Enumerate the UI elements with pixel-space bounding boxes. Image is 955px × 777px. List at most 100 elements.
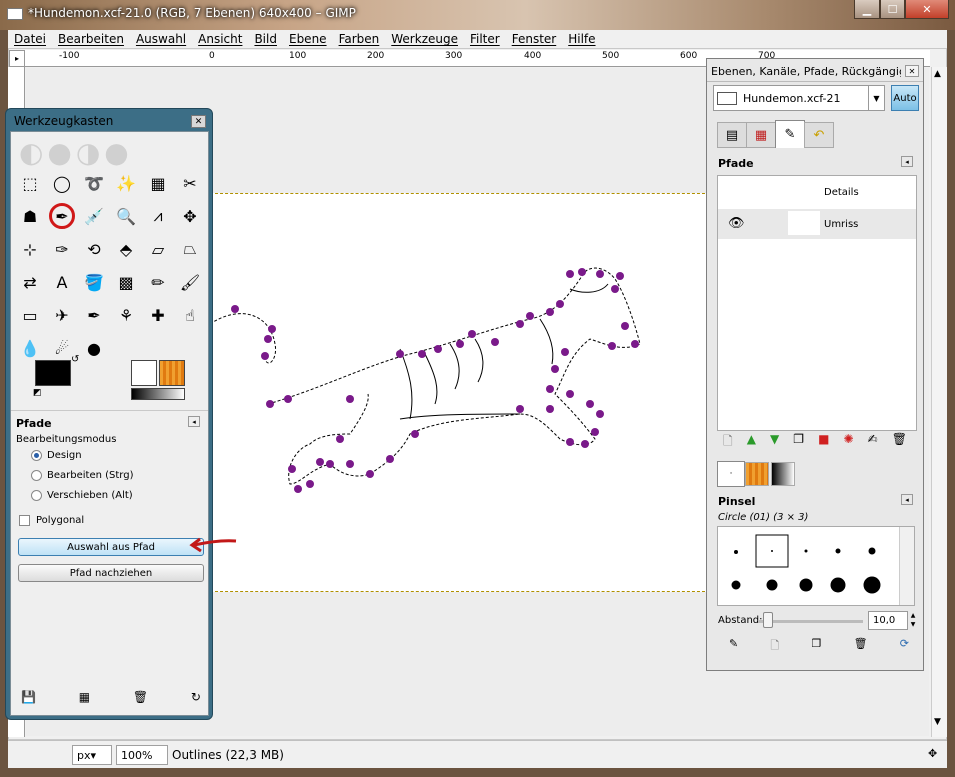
bucket-fill-icon[interactable]: 🪣 (81, 269, 107, 295)
foreground-color-swatch[interactable] (35, 360, 71, 386)
shear-icon[interactable]: ▱ (145, 236, 171, 262)
list-item[interactable]: 👁 Umriss (718, 209, 916, 239)
image-canvas[interactable] (209, 193, 710, 592)
tab-menu-icon[interactable]: ◂ (188, 416, 200, 427)
minimize-button[interactable]: ▁ (854, 0, 880, 19)
spacing-slider-handle[interactable] (763, 612, 773, 628)
foreground-select-icon[interactable]: ☗ (17, 203, 43, 229)
list-item[interactable]: Details (718, 177, 916, 207)
brushes-scrollbar[interactable] (899, 527, 914, 605)
scale-icon[interactable]: ⬘ (113, 236, 139, 262)
text-icon[interactable]: A (49, 269, 75, 295)
brush-preview[interactable] (131, 360, 157, 386)
ink-icon[interactable]: ✒ (81, 302, 107, 328)
pattern-preview[interactable] (159, 360, 185, 386)
menu-bearbeiten[interactable]: Bearbeiten (52, 32, 130, 46)
tab-brushes[interactable]: · (717, 461, 745, 487)
scissors-icon[interactable]: ✂ (177, 170, 203, 196)
menu-hilfe[interactable]: Hilfe (562, 32, 601, 46)
crop-icon[interactable]: ✑ (49, 236, 75, 262)
menu-ebene[interactable]: Ebene (283, 32, 333, 46)
tab-menu-icon[interactable]: ◂ (901, 494, 913, 505)
delete-path-icon[interactable]: 🗑 (892, 432, 907, 453)
close-button[interactable]: ✕ (905, 0, 949, 19)
tab-paths[interactable]: ✎ (775, 120, 805, 148)
tab-patterns[interactable] (745, 462, 769, 486)
align-icon[interactable]: ⊹ (17, 236, 43, 262)
path-to-selection-icon[interactable]: ■ (818, 432, 829, 453)
brushes-grid[interactable] (717, 526, 915, 606)
menu-fenster[interactable]: Fenster (506, 32, 563, 46)
tab-gradients[interactable] (771, 462, 795, 486)
menu-werkzeuge[interactable]: Werkzeuge (385, 32, 464, 46)
toolbox-close-button[interactable]: ✕ (191, 115, 206, 128)
menu-ansicht[interactable]: Ansicht (192, 32, 248, 46)
refresh-brushes-icon[interactable]: ⟳ (900, 637, 909, 656)
vertical-scrollbar[interactable]: ▲ ▼ (931, 67, 947, 737)
unit-select[interactable]: px▾ (72, 745, 112, 765)
swap-colors-icon[interactable]: ↺ (71, 354, 79, 365)
selection-from-path-button[interactable]: Auswahl aus Pfad (18, 538, 204, 556)
free-select-icon[interactable]: ➰ (81, 170, 107, 196)
lower-path-icon[interactable]: ▼ (770, 432, 779, 453)
paths-tool-icon[interactable]: ✒ (49, 203, 75, 229)
mode-design-radio[interactable]: Design (31, 450, 82, 461)
default-colors-icon[interactable]: ◩ (33, 388, 42, 398)
duplicate-path-icon[interactable]: ❐ (793, 432, 804, 453)
save-options-icon[interactable]: 💾 (21, 690, 36, 704)
blend-icon[interactable]: ▩ (113, 269, 139, 295)
quick-mask-corner-icon[interactable]: ▸ (9, 50, 25, 67)
selection-to-path-icon[interactable]: ✺ (843, 432, 853, 453)
rotate-icon[interactable]: ⟲ (81, 236, 107, 262)
duplicate-brush-icon[interactable]: ❐ (811, 637, 821, 656)
polygonal-checkbox[interactable]: Polygonal (19, 515, 84, 526)
paintbrush-icon[interactable]: 🖌 (177, 269, 203, 295)
spin-buttons-icon[interactable]: ▲ ▼ (908, 611, 918, 630)
spacing-slider[interactable] (759, 620, 863, 623)
airbrush-icon[interactable]: ✈ (49, 302, 75, 328)
image-select[interactable]: Hundemon.xcf-21 (713, 85, 885, 111)
smudge-icon[interactable]: ☝ (177, 302, 203, 328)
tab-channels[interactable]: ▦ (746, 122, 776, 148)
stroke-path-button[interactable]: Pfad nachziehen (18, 564, 204, 582)
zoom-select[interactable]: 100% (116, 745, 168, 765)
menu-datei[interactable]: Datei (8, 32, 52, 46)
reset-options-icon[interactable]: ↻ (191, 690, 201, 704)
maximize-button[interactable]: ☐ (880, 0, 905, 19)
new-path-icon[interactable]: 🗋 (723, 432, 733, 453)
rect-select-icon[interactable]: ⬚ (17, 170, 43, 196)
perspective-icon[interactable]: ⏢ (177, 236, 203, 262)
fuzzy-select-icon[interactable]: ✨ (113, 170, 139, 196)
eraser-icon[interactable]: ▭ (17, 302, 43, 328)
new-brush-icon[interactable]: 🗋 (770, 637, 779, 656)
raise-path-icon[interactable]: ▲ (747, 432, 756, 453)
restore-options-icon[interactable]: ▦ (79, 690, 90, 704)
auto-button[interactable]: Auto (891, 85, 919, 111)
stroke-path-icon[interactable]: ✍ (868, 432, 878, 453)
clone-icon[interactable]: ⚘ (113, 302, 139, 328)
heal-icon[interactable]: ✚ (145, 302, 171, 328)
pencil-icon[interactable]: ✏ (145, 269, 171, 295)
move-icon[interactable]: ✥ (177, 203, 203, 229)
measure-icon[interactable]: ⩘ (145, 203, 171, 229)
color-picker-icon[interactable]: 💉 (81, 203, 107, 229)
scroll-down-icon[interactable]: ▼ (934, 717, 941, 727)
menu-farben[interactable]: Farben (333, 32, 386, 46)
gradient-preview[interactable] (131, 388, 185, 400)
navigate-icon[interactable]: ✥ (928, 747, 937, 760)
mode-edit-radio[interactable]: Bearbeiten (Strg) (31, 470, 133, 481)
tab-undo[interactable]: ↶ (804, 122, 834, 148)
menu-auswahl[interactable]: Auswahl (130, 32, 192, 46)
ellipse-select-icon[interactable]: ◯ (49, 170, 75, 196)
spacing-input[interactable]: 10,0 (868, 611, 908, 630)
tab-layers[interactable]: ▤ (717, 122, 747, 148)
tab-menu-icon[interactable]: ◂ (901, 156, 913, 167)
edit-brush-icon[interactable]: ✎ (729, 637, 738, 656)
blur-icon[interactable]: 💧 (17, 335, 43, 361)
delete-brush-icon[interactable]: 🗑 (854, 637, 868, 656)
visibility-eye-icon[interactable]: 👁 (728, 216, 745, 231)
flip-icon[interactable]: ⇄ (17, 269, 43, 295)
mode-move-radio[interactable]: Verschieben (Alt) (31, 490, 133, 501)
zoom-icon[interactable]: 🔍 (113, 203, 139, 229)
menu-bild[interactable]: Bild (248, 32, 283, 46)
